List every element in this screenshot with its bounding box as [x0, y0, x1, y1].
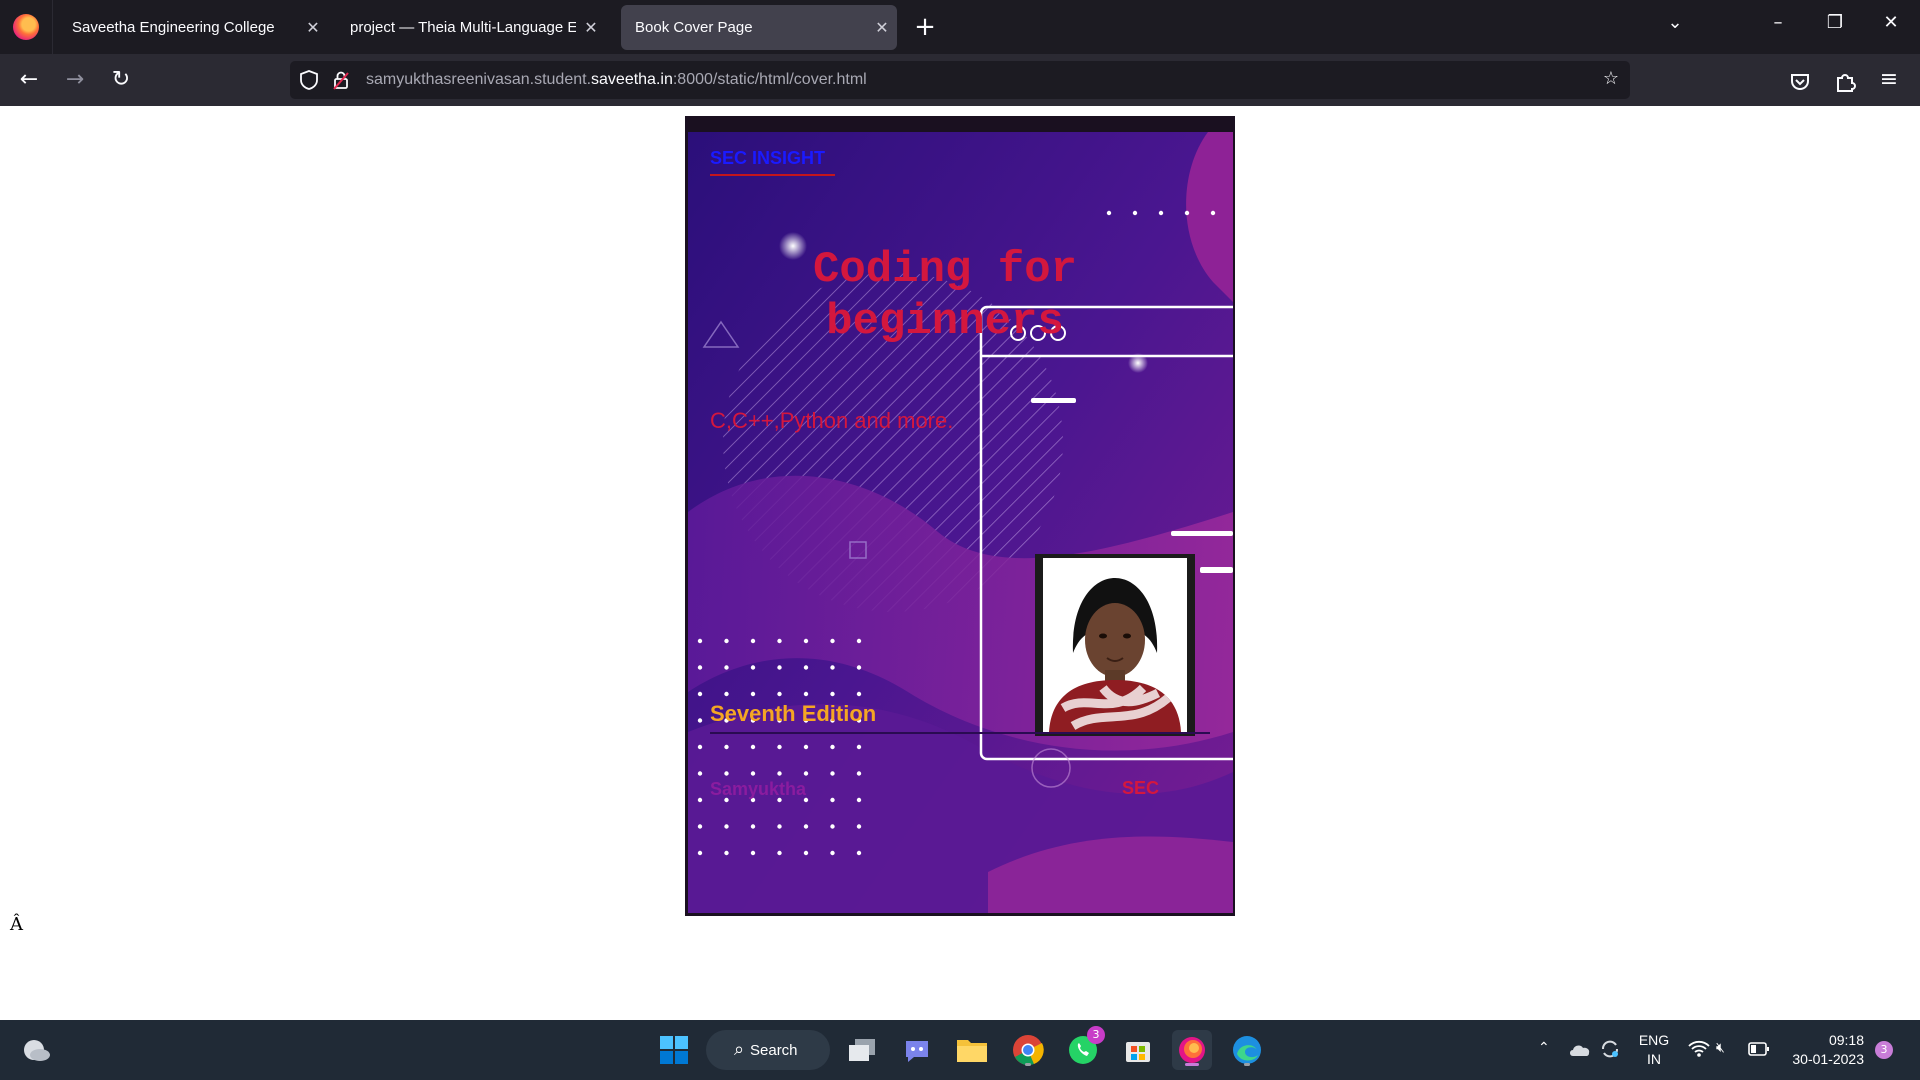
running-indicator [1244, 1063, 1250, 1066]
windows-start-icon[interactable] [654, 1030, 694, 1070]
taskbar-search-button[interactable]: ⌕ Search [706, 1030, 830, 1070]
author-name: Samyuktha [710, 779, 807, 799]
forward-arrow-icon[interactable]: → [60, 66, 90, 96]
author-portrait-image [1043, 558, 1187, 732]
whatsapp-icon[interactable]: 3 [1063, 1026, 1105, 1070]
battery-icon[interactable] [1748, 1042, 1770, 1056]
book-title: Coding for beginners [812, 245, 1078, 347]
brand-label: SEC INSIGHT [710, 148, 826, 168]
new-tab-button[interactable]: + [910, 12, 940, 42]
clock[interactable]: 09:18 30-01-2023 [1784, 1031, 1864, 1069]
teams-chat-icon[interactable] [897, 1030, 937, 1070]
clock-time: 09:18 [1828, 1032, 1864, 1048]
firefox-taskbar-icon[interactable] [1172, 1030, 1212, 1070]
language-code: ENG [1638, 1032, 1670, 1048]
back-arrow-icon[interactable]: ← [14, 66, 44, 96]
tab-separator [52, 0, 53, 54]
notification-count-badge[interactable]: 3 [1875, 1041, 1893, 1059]
windows-taskbar: ⌕ Search 3 ⌃ ENG IN 🔇︎ 09:18 30-01-2023 [0, 1020, 1920, 1080]
weather-widget-icon[interactable] [16, 1030, 56, 1070]
publisher-name: SEC [1122, 778, 1160, 798]
minimize-icon[interactable]: – [1763, 12, 1793, 33]
tab-saveetha[interactable]: Saveetha Engineering College ✕ [58, 5, 328, 50]
url-text[interactable]: samyukthasreenivasan.student.saveetha.in… [366, 71, 867, 89]
shield-icon[interactable] [298, 69, 320, 91]
restore-icon[interactable]: ❐ [1820, 12, 1850, 33]
url-bar[interactable]: samyukthasreenivasan.student.saveetha.in… [290, 61, 1630, 99]
tab-title: project — Theia Multi-Language Ex [350, 19, 576, 36]
running-indicator [1025, 1063, 1031, 1066]
hamburger-menu-icon[interactable]: ≡ [1874, 66, 1904, 96]
tab-bar: Saveetha Engineering College ✕ project —… [0, 0, 1920, 54]
onedrive-cloud-icon[interactable] [1569, 1041, 1591, 1057]
reload-icon[interactable]: ↻ [106, 66, 136, 96]
firefox-menu-icon[interactable] [13, 14, 39, 40]
region-code: IN [1647, 1051, 1661, 1067]
microsoft-store-icon[interactable] [1118, 1030, 1158, 1070]
url-host: saveetha.in [591, 71, 673, 88]
tab-title: Book Cover Page [635, 19, 753, 36]
tab-book-cover[interactable]: Book Cover Page ✕ [621, 5, 897, 50]
lock-warning-icon[interactable] [330, 69, 352, 91]
close-icon[interactable]: ✕ [298, 18, 328, 38]
volume-muted-icon[interactable]: 🔇︎ [1716, 1038, 1725, 1057]
tray-overflow-chevron-icon[interactable]: ⌃ [1538, 1038, 1550, 1057]
clock-date: 30-01-2023 [1792, 1051, 1864, 1067]
stray-character-text: Â [10, 914, 23, 935]
close-window-icon[interactable]: ✕ [1876, 12, 1906, 33]
search-label: Search [750, 1041, 798, 1059]
extensions-puzzle-icon[interactable] [1830, 67, 1860, 97]
author-photo [1035, 554, 1195, 736]
whatsapp-badge: 3 [1087, 1026, 1105, 1044]
bookmark-star-icon[interactable]: ☆ [1600, 68, 1622, 90]
book-cover: SEC INSIGHT Coding for beginners C,C++,P… [685, 116, 1235, 916]
edge-icon[interactable] [1227, 1030, 1267, 1070]
tab-project-theia[interactable]: project — Theia Multi-Language Ex ✕ [336, 5, 606, 50]
active-app-indicator [1185, 1063, 1199, 1066]
url-prefix: samyukthasreenivasan.student. [366, 71, 592, 88]
search-icon: ⌕ [734, 1039, 745, 1059]
edition-label: Seventh Edition [710, 701, 877, 726]
book-subtitle: C,C++,Python and more. [710, 408, 954, 433]
list-all-tabs-chevron-icon[interactable]: ⌄ [1660, 12, 1690, 33]
sync-icon[interactable] [1599, 1038, 1621, 1060]
task-view-icon[interactable] [842, 1030, 882, 1070]
url-suffix: :8000/static/html/cover.html [672, 71, 867, 88]
web-page: SEC INSIGHT Coding for beginners C,C++,P… [0, 106, 1920, 1020]
navigation-bar: ← → ↻ samyukthasreenivasan.student.savee… [0, 54, 1920, 106]
wifi-icon[interactable] [1688, 1040, 1710, 1058]
pocket-icon[interactable] [1785, 67, 1815, 97]
language-indicator[interactable]: ENG IN [1636, 1031, 1672, 1069]
close-icon[interactable]: ✕ [867, 18, 897, 38]
file-explorer-icon[interactable] [952, 1030, 992, 1070]
brand-underline [710, 174, 835, 176]
chrome-icon[interactable] [1008, 1030, 1048, 1070]
tab-title: Saveetha Engineering College [72, 19, 275, 36]
edition-divider [710, 732, 1210, 734]
close-icon[interactable]: ✕ [576, 18, 606, 38]
